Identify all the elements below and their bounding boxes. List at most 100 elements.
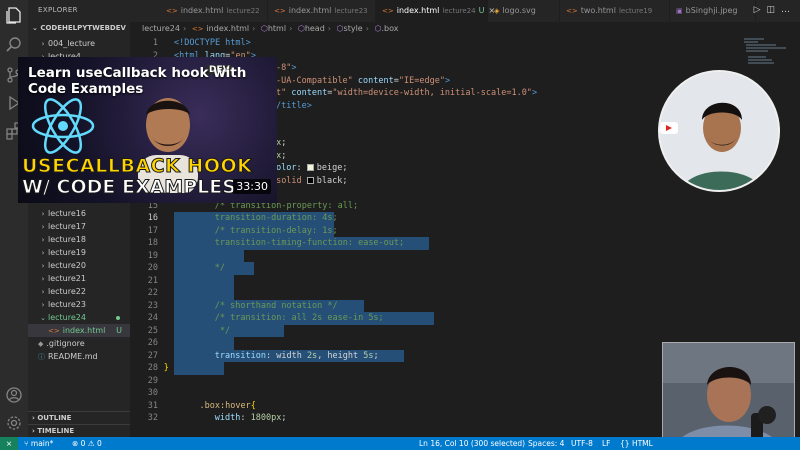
search-icon[interactable]	[5, 36, 23, 54]
breadcrumb-item[interactable]: html	[268, 24, 286, 33]
code-text: }	[163, 363, 169, 373]
tree-folder[interactable]: › lecture17	[28, 220, 130, 233]
code-line[interactable]: 31 .box:hover{	[130, 400, 740, 413]
thumbnail-headline: USECALLBACK HOOK	[21, 155, 253, 178]
cube-icon: ⬡	[336, 24, 344, 33]
selection-highlight	[174, 274, 234, 287]
code-line[interactable]: 19	[130, 249, 740, 262]
code-line[interactable]: 29	[130, 375, 740, 388]
code-line[interactable]: 22	[130, 287, 740, 300]
video-thumbnail[interactable]: DEV Learn useCallback hook with Code Exa…	[18, 57, 277, 203]
react-logo-icon	[31, 98, 95, 154]
selection-highlight	[174, 362, 224, 375]
git-status-badge: U	[116, 326, 122, 335]
info-file-icon: ⓘ	[38, 353, 45, 361]
cube-icon: ⬡	[297, 24, 305, 33]
code-line[interactable]: 26	[130, 337, 740, 350]
cursor-position[interactable]: Ln 16, Col 10 (300 selected)	[419, 437, 525, 450]
line-ending[interactable]: LF	[602, 437, 611, 450]
code-line[interactable]: 17 /* transition-delay: 1s;	[130, 224, 740, 237]
code-line[interactable]: 27 transition: width 2s, height 5s;	[130, 349, 740, 362]
cube-icon: ⬡	[260, 24, 268, 33]
code-line[interactable]: 23 /* shorthand notation */	[130, 299, 740, 312]
line-number: 25	[147, 325, 158, 336]
code-line[interactable]: 28}	[130, 362, 740, 375]
html-file-icon: <>	[566, 7, 578, 15]
code-text: .box:hover{	[199, 400, 256, 411]
code-text: transition-duration: 4s;	[214, 213, 338, 223]
tree-folder[interactable]: › lecture21	[28, 272, 130, 285]
color-swatch-icon[interactable]	[306, 176, 314, 184]
breadcrumb-item[interactable]: head	[305, 24, 325, 33]
more-actions-icon[interactable]: …	[781, 5, 796, 15]
tree-file-gitignore[interactable]: ◆ .gitignore	[28, 337, 130, 350]
account-icon[interactable]	[5, 386, 23, 404]
split-editor-icon[interactable]: ◫	[766, 5, 781, 15]
tree-folder[interactable]: › lecture20	[28, 259, 130, 272]
untracked-dot-icon	[116, 316, 120, 320]
code-line[interactable]: 20 */	[130, 262, 740, 275]
thumbnail-subheadline: W/ CODE EXAMPLES	[22, 176, 237, 199]
line-number: 26	[147, 338, 158, 348]
tree-folder[interactable]: › lecture23	[28, 298, 130, 311]
run-icon[interactable]: ▷	[754, 5, 767, 15]
outline-section[interactable]: › OUTLINE	[28, 411, 130, 424]
html-file-icon: <>	[274, 7, 286, 15]
tree-folder[interactable]: › 004_lecture	[28, 37, 130, 50]
line-number: 29	[147, 375, 158, 386]
code-line[interactable]: 30	[130, 387, 740, 400]
code-text: "X-UA-Compatible" content="IE=edge">	[265, 75, 451, 86]
tab-bsinghji-jpeg[interactable]: ▣ bSinghji.jpeg	[670, 0, 756, 22]
tree-folder[interactable]: › lecture18	[28, 233, 130, 246]
language-mode[interactable]: {} HTML	[620, 437, 653, 450]
tree-file-readme[interactable]: ⓘ README.md	[28, 350, 130, 363]
code-line[interactable]: 18 transition-timing-function: ease-out;	[130, 237, 740, 250]
code-line[interactable]: 16 transition-duration: 4s;	[130, 212, 740, 225]
code-text: */	[214, 263, 226, 273]
line-number: 31	[147, 400, 158, 411]
tree-folder[interactable]: › lecture19	[28, 246, 130, 259]
breadcrumb-item[interactable]: lecture24	[142, 24, 180, 33]
tree-folder-open[interactable]: ⌄ lecture24	[28, 311, 130, 324]
presenter-webcam-image	[660, 72, 778, 190]
tab-index-lecture22[interactable]: <> index.html lecture22	[160, 0, 268, 22]
breadcrumb-item[interactable]: index.html	[206, 24, 249, 33]
tree-folder[interactable]: › lecture22	[28, 285, 130, 298]
color-swatch-icon[interactable]	[306, 164, 314, 171]
indentation[interactable]: Spaces: 4	[528, 437, 564, 450]
timeline-section[interactable]: › TIMELINE	[28, 424, 130, 437]
breadcrumb-item[interactable]: .box	[381, 24, 398, 33]
remote-icon[interactable]: ⨯	[0, 437, 18, 450]
code-line[interactable]: 24 /* transition: all 2s ease-in 5s;	[130, 312, 740, 325]
encoding[interactable]: UTF-8	[571, 437, 593, 450]
code-line[interactable]: 25 */	[130, 324, 740, 337]
problems-indicator[interactable]: ⊗ 0 ⚠ 0	[72, 437, 102, 450]
code-text: width: 1800px;	[214, 413, 287, 423]
tab-index-lecture24[interactable]: <> index.html lecture24 U ×	[376, 0, 495, 22]
tree-folder[interactable]: › lecture16	[28, 207, 130, 220]
explorer-header: EXPLORER	[38, 6, 78, 14]
line-number: 32	[147, 413, 158, 423]
code-line[interactable]: 1 <!DOCTYPE html>	[130, 37, 740, 50]
tree-file-index-html[interactable]: <> index.html U	[28, 324, 130, 337]
code-line[interactable]: 21	[130, 274, 740, 287]
breadcrumb-item[interactable]: style	[344, 24, 363, 33]
settings-icon[interactable]	[5, 414, 23, 432]
selection-highlight	[174, 337, 234, 350]
code-text: transition: width 2s, height 5s;	[214, 350, 379, 361]
tab-index-lecture23[interactable]: <> index.html lecture23	[268, 0, 376, 22]
webcam-bottom	[662, 342, 795, 450]
tab-two-html[interactable]: <> two.html lecture19	[560, 0, 670, 22]
code-text: ort" content="width=device-width, initia…	[265, 88, 538, 98]
tab-logo-svg[interactable]: ◈ logo.svg	[488, 0, 560, 22]
workspace-root[interactable]: ⌄ CODEHELPYTWEBDEV	[32, 24, 126, 32]
files-icon[interactable]	[5, 6, 23, 24]
selection-highlight	[174, 287, 234, 300]
html-file-icon: <>	[48, 327, 60, 335]
webcam-circle	[658, 70, 780, 192]
branch-indicator[interactable]: ⑂ main*	[24, 437, 53, 450]
editor-tabs: <> index.html lecture22 <> index.html lectur…	[130, 0, 800, 22]
line-number: 18	[147, 238, 158, 248]
code-text: transition-timing-function: ease-out;	[214, 238, 405, 248]
code-line[interactable]: 32 width: 1800px;	[130, 412, 740, 425]
